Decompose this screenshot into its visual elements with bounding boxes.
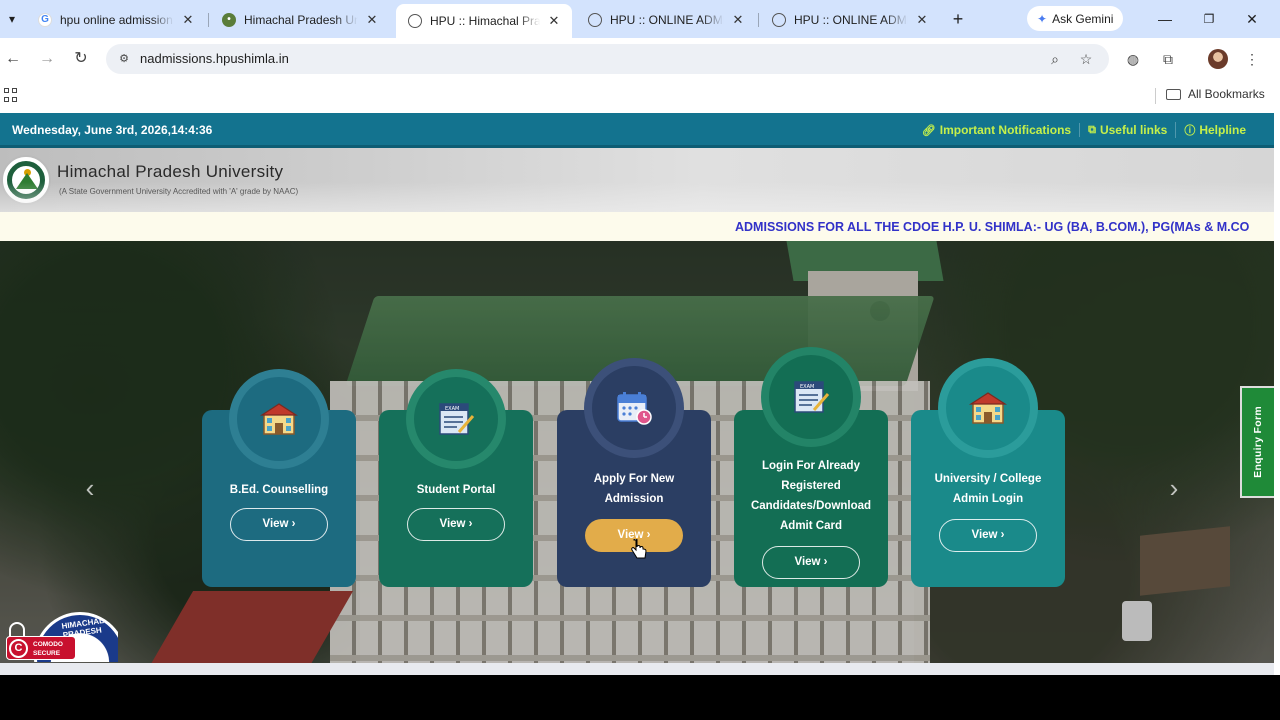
current-date-time: Wednesday, June 3rd, 2026,14:4:36 (12, 123, 213, 137)
browser-toolbar: ← → ↻ ⚙ nadmissions.hpushimla.in ⌕ ☆ ◍ ⧉… (0, 38, 1280, 80)
globe-icon (772, 12, 786, 27)
card-badge: EXAM (761, 347, 861, 447)
card-label: Login For Already Registered Candidates/… (750, 460, 872, 532)
back-icon[interactable]: ← (2, 48, 24, 70)
helpline-link[interactable]: ⓘ Helpline (1175, 122, 1254, 138)
bookmarks-bar: All Bookmarks (0, 80, 1280, 113)
minimize-icon[interactable]: — (1154, 8, 1176, 30)
view-button[interactable]: View › (230, 508, 328, 541)
address-bar[interactable]: ⚙ nadmissions.hpushimla.in ⌕ ☆ (106, 44, 1109, 74)
enquiry-form-tab[interactable]: Enquiry Form (1240, 386, 1274, 498)
comodo-c-icon: C (9, 639, 28, 658)
profile-avatar[interactable] (1208, 49, 1228, 69)
card-admin-login: University / College Admin Login View › (911, 358, 1065, 587)
close-icon[interactable]: ✕ (364, 12, 380, 28)
forward-icon[interactable]: → (36, 48, 58, 70)
translate-globe-icon[interactable]: ◍ (1123, 49, 1143, 69)
card-bed-counselling: B.Ed. Counselling View › (202, 369, 356, 587)
view-button[interactable]: View › (407, 508, 505, 541)
folder-icon (1166, 88, 1181, 100)
carousel-next-arrow[interactable]: › (1162, 475, 1186, 501)
tab-hpu-online-admiss-2[interactable]: HPU :: ONLINE ADMISS ✕ (760, 6, 940, 33)
university-subtitle: (A State Government University Accredite… (59, 187, 299, 196)
page-bottom-strip (0, 663, 1274, 675)
exam-icon: EXAM (439, 403, 475, 435)
google-icon: G (38, 12, 52, 27)
web-page: Wednesday, June 3rd, 2026,14:4:36 🔗︎ Imp… (0, 113, 1274, 663)
news-ticker: ADMISSIONS FOR ALL THE CDOE H.P. U. SHIM… (0, 212, 1274, 241)
card-label: University / College Admin Login (934, 473, 1042, 505)
tab-hpu-himachal-prades[interactable]: HPU :: Himachal Prades ✕ (396, 4, 572, 38)
site-info-icon[interactable]: ⚙ (116, 51, 132, 67)
url-text[interactable]: nadmissions.hpushimla.in (140, 51, 289, 66)
useful-links-link[interactable]: ⧉ Useful links (1079, 123, 1175, 137)
link-icon: 🔗︎ (921, 124, 936, 137)
top-links: 🔗︎ Important Notifications ⧉ Useful link… (914, 122, 1254, 138)
tab-hpu-online-admiss-1[interactable]: HPU :: ONLINE ADMISS ✕ (576, 6, 756, 33)
zoom-icon[interactable]: ⌕ (1046, 50, 1064, 68)
top-info-bar: Wednesday, June 3rd, 2026,14:4:36 🔗︎ Imp… (0, 113, 1274, 148)
close-icon[interactable]: ✕ (180, 12, 196, 28)
reload-icon[interactable]: ↻ (70, 48, 92, 70)
svg-text:EXAM: EXAM (445, 406, 459, 412)
university-name: Himachal Pradesh University (57, 162, 284, 181)
close-window-icon[interactable]: ✕ (1241, 8, 1263, 30)
apps-grid-icon[interactable] (4, 88, 18, 102)
ask-gemini-button[interactable]: ✦ Ask Gemini (1027, 6, 1124, 31)
globe-icon (408, 14, 422, 28)
card-label: Student Portal (416, 484, 496, 496)
card-label: Apply For New Admission (593, 473, 675, 505)
university-logo[interactable] (1, 155, 51, 205)
tab-strip: ▾ G hpu online admission - ✕ • Himachal … (0, 0, 1280, 38)
close-icon[interactable]: ✕ (914, 12, 930, 28)
card-badge: EXAM (406, 369, 506, 469)
tab-hpu-online-admission[interactable]: G hpu online admission - ✕ (26, 6, 206, 33)
card-badge (938, 358, 1038, 458)
scrollbar-track[interactable] (1274, 113, 1280, 675)
all-bookmarks-button[interactable]: All Bookmarks (1166, 87, 1265, 101)
bookmark-star-icon[interactable]: ☆ (1077, 50, 1095, 68)
restore-icon[interactable]: ❐ (1198, 8, 1220, 30)
exam-icon: EXAM (794, 381, 830, 413)
hpu-logo-icon: • (222, 12, 236, 27)
comodo-secure-seal[interactable]: HIMACHAL PRADESH C COMODO SECURE (6, 612, 118, 662)
building-icon (968, 392, 1008, 424)
important-notifications-link[interactable]: 🔗︎ Important Notifications (914, 123, 1079, 137)
close-icon[interactable]: ✕ (730, 12, 746, 28)
calendar-icon (617, 392, 652, 425)
svg-text:EXAM: EXAM (800, 384, 814, 390)
comodo-badge: C COMODO SECURE (6, 636, 76, 660)
tab-search-icon[interactable]: ▾ (0, 6, 24, 32)
new-tab-button[interactable]: + (948, 8, 968, 30)
card-label: B.Ed. Counselling (229, 484, 329, 496)
ticker-text[interactable]: ADMISSIONS FOR ALL THE CDOE H.P. U. SHIM… (735, 220, 1249, 234)
browser-window: ▾ G hpu online admission - ✕ • Himachal … (0, 0, 1280, 720)
info-icon: ⓘ (1184, 125, 1196, 137)
external-link-icon: ⧉ (1088, 123, 1096, 136)
extensions-icon[interactable]: ⧉ (1158, 49, 1178, 69)
building-icon (259, 403, 299, 435)
tab-himachal-pradesh-univ[interactable]: • Himachal Pradesh Univ ✕ (210, 6, 390, 33)
card-student-portal: EXAM Student Portal View › (379, 369, 533, 587)
card-badge (229, 369, 329, 469)
card-badge (584, 358, 684, 458)
view-button[interactable]: View › (762, 546, 860, 579)
close-icon[interactable]: ✕ (546, 13, 562, 29)
gemini-spark-icon: ✦ (1037, 11, 1048, 26)
globe-icon (588, 12, 602, 27)
view-button[interactable]: View › (939, 519, 1037, 552)
site-header: Himachal Pradesh University (A State Gov… (0, 148, 1274, 212)
menu-dots-icon[interactable]: ⋮ (1242, 49, 1262, 69)
card-login-registered: EXAM Login For Already Registered Candid… (734, 347, 888, 587)
carousel-prev-arrow[interactable]: ‹ (78, 475, 102, 501)
